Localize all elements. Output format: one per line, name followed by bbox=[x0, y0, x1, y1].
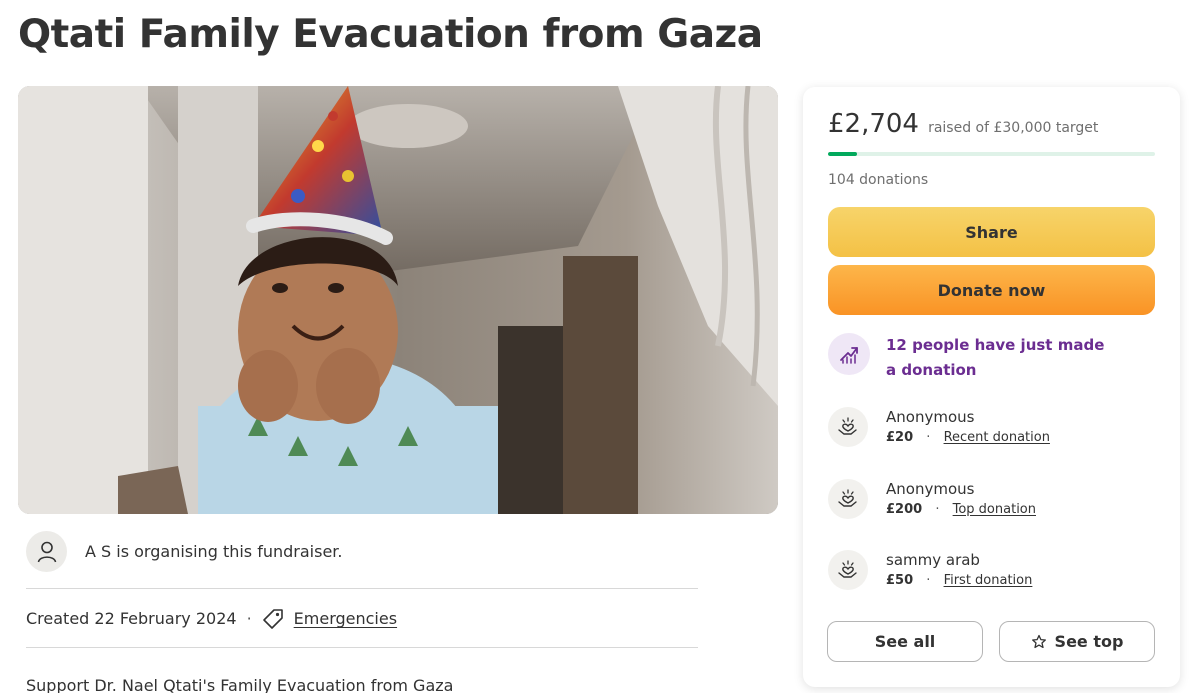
donor-name: sammy arab bbox=[886, 551, 980, 569]
tag-icon bbox=[262, 608, 284, 630]
donation-card: £2,704 raised of £30,000 target 104 dona… bbox=[803, 87, 1180, 687]
donor-name: Anonymous bbox=[886, 480, 975, 498]
created-date: Created 22 February 2024 bbox=[26, 609, 237, 628]
heart-hand-icon bbox=[828, 550, 868, 590]
donor-item: Anonymous £20 · Recent donation bbox=[828, 407, 1155, 447]
meta-row: Created 22 February 2024 · Emergencies bbox=[26, 590, 698, 648]
progress-bar bbox=[828, 152, 1155, 156]
heart-hand-icon bbox=[828, 479, 868, 519]
see-all-button[interactable]: See all bbox=[827, 621, 983, 662]
donor-amount: £200 bbox=[886, 502, 923, 517]
donor-separator: · bbox=[926, 573, 931, 588]
raised-target: raised of £30,000 target bbox=[928, 120, 1099, 136]
organiser-text: A S is organising this fundraiser. bbox=[85, 542, 343, 561]
organiser-row: A S is organising this fundraiser. bbox=[26, 531, 698, 589]
donate-now-button[interactable]: Donate now bbox=[828, 265, 1155, 315]
donation-count: 104 donations bbox=[828, 172, 929, 188]
see-top-label: See top bbox=[1054, 632, 1124, 651]
donor-name: Anonymous bbox=[886, 408, 975, 426]
recent-activity-notice: 12 people have just made a donation bbox=[828, 333, 1155, 383]
trending-up-icon bbox=[828, 333, 870, 375]
star-icon bbox=[1031, 634, 1047, 650]
donor-tag-link[interactable]: Top donation bbox=[953, 502, 1036, 517]
donor-item: sammy arab £50 · First donation bbox=[828, 550, 1155, 590]
donor-separator: · bbox=[935, 502, 940, 517]
trend-text: 12 people have just made a donation bbox=[886, 336, 1105, 379]
heart-hand-icon bbox=[828, 407, 868, 447]
see-top-button[interactable]: See top bbox=[999, 621, 1155, 662]
donor-item: Anonymous £200 · Top donation bbox=[828, 479, 1155, 519]
donor-separator: · bbox=[926, 430, 931, 445]
donor-tag-link[interactable]: Recent donation bbox=[944, 430, 1050, 445]
user-icon bbox=[26, 531, 67, 572]
donor-tag-link[interactable]: First donation bbox=[944, 573, 1033, 588]
story-first-line: Support Dr. Nael Qtati's Family Evacuati… bbox=[26, 676, 454, 693]
donor-amount: £20 bbox=[886, 430, 914, 445]
meta-separator: · bbox=[246, 609, 252, 628]
page-title: Qtati Family Evacuation from Gaza bbox=[18, 12, 763, 57]
category-link[interactable]: Emergencies bbox=[294, 609, 397, 628]
progress-fill bbox=[828, 152, 858, 156]
raised-amount: £2,704 bbox=[828, 109, 919, 139]
share-button[interactable]: Share bbox=[828, 207, 1155, 257]
donor-amount: £50 bbox=[886, 573, 914, 588]
hero-image bbox=[18, 86, 778, 514]
raised-summary: £2,704 raised of £30,000 target bbox=[828, 109, 1098, 139]
